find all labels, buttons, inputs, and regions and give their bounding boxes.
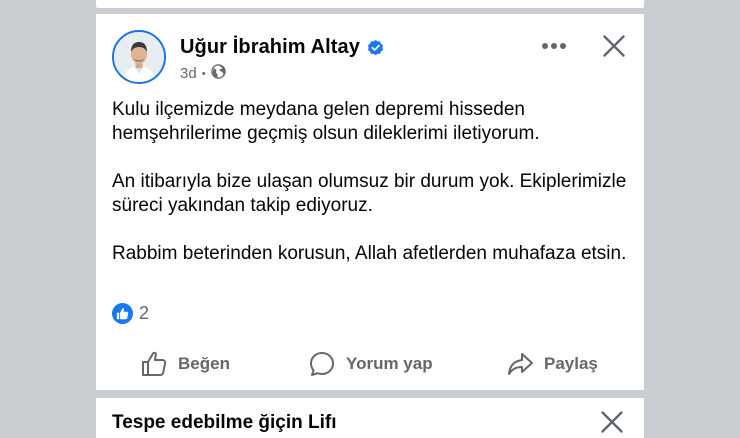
post-paragraph: Rabbim beterinden korusun, Allah afetler…	[112, 243, 627, 264]
meta-separator: •	[201, 67, 206, 80]
like-reaction-icon	[112, 303, 133, 324]
avatar[interactable]	[112, 30, 166, 84]
like-button-label: Beğen	[178, 354, 230, 373]
share-button-label: Paylaş	[544, 354, 598, 373]
close-icon	[601, 411, 623, 433]
post-timestamp[interactable]: 3d	[180, 65, 197, 82]
globe-icon	[210, 64, 226, 83]
comment-bubble-icon	[310, 352, 334, 376]
more-options-icon	[542, 43, 566, 49]
post-actions-bar: Beğen Yorum yap Paylaş	[96, 346, 644, 382]
avatar-image	[114, 32, 164, 82]
like-button[interactable]: Beğen	[140, 346, 230, 382]
share-arrow-icon	[508, 353, 533, 375]
author-name[interactable]: Uğur İbrahim Altay	[180, 36, 360, 59]
post-paragraph: An itibarıyla bize ulaşan olumsuz bir du…	[112, 171, 627, 216]
post-paragraph: Kulu ilçemizde meydana gelen depremi his…	[112, 99, 540, 144]
post-body: Kulu ilçemizde meydana gelen depremi his…	[112, 98, 632, 266]
post-card: Uğur İbrahim Altay 3d • Kulu ilçemizde m…	[96, 14, 644, 390]
comment-button[interactable]: Yorum yap	[308, 346, 433, 382]
thumbs-up-icon	[142, 351, 167, 376]
next-post-close-button[interactable]	[600, 410, 624, 438]
previous-post-card	[96, 0, 644, 8]
comment-button-label: Yorum yap	[346, 354, 433, 373]
close-icon	[603, 35, 625, 57]
verified-badge-icon	[366, 38, 385, 57]
reaction-count: 2	[139, 303, 150, 323]
share-button[interactable]: Paylaş	[506, 346, 598, 382]
next-post-title[interactable]: Tespe edebilme ğiçin Lifı	[112, 412, 337, 434]
reaction-summary[interactable]: 2	[112, 303, 149, 324]
close-button[interactable]	[596, 30, 632, 62]
next-post-card: Tespe edebilme ğiçin Lifı	[96, 398, 644, 438]
more-options-button[interactable]	[534, 34, 574, 58]
